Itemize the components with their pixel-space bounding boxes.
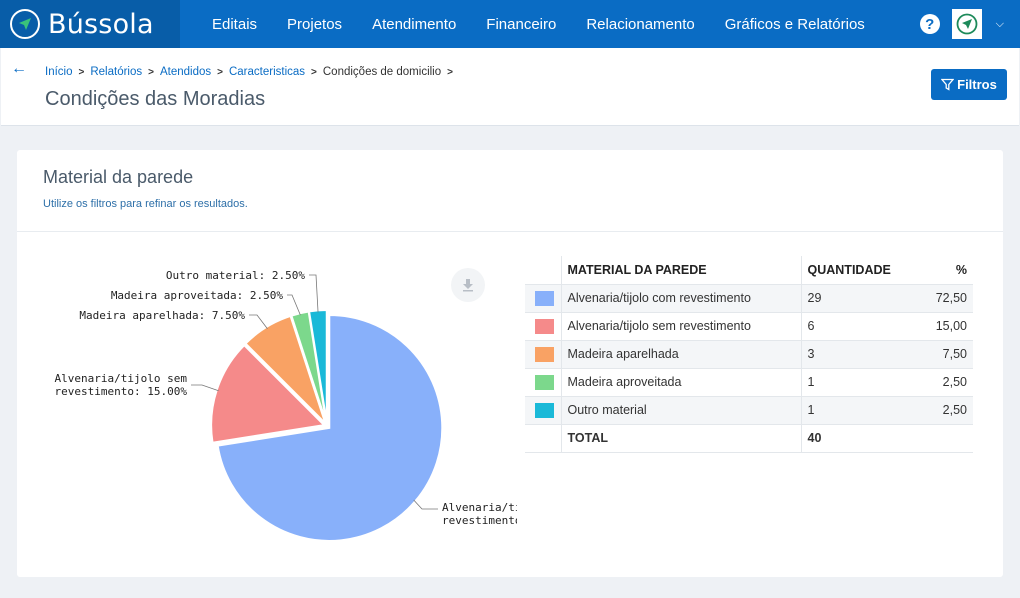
table-swatch-cell [525,396,562,425]
table-cell-quantidade: 1 [801,396,901,425]
table-swatch-cell [525,424,562,453]
pie-connector-madeira-aparelhada [249,314,268,330]
download-icon [463,279,473,292]
main-nav: Editais Projetos Atendimento Financeiro … [197,0,880,48]
nav-item-atendimento[interactable]: Atendimento [357,0,471,48]
help-icon[interactable]: ? [919,14,940,34]
table-body: Alvenaria/tijolo com revestimento 29 72,… [525,284,973,453]
breadcrumb-separator: > [148,66,154,78]
table-row: Alvenaria/tijolo sem revestimento 6 15,0… [525,312,973,341]
nav-item-projetos[interactable]: Projetos [272,0,357,48]
table-row: Outro material 1 2,50 [525,396,973,425]
table-cell-material: Madeira aproveitada [561,368,802,397]
table-row: Madeira aproveitada 1 2,50 [525,368,973,397]
table-total-percent [901,424,973,453]
table-total-label: TOTAL [561,424,802,453]
table-cell-material: Outro material [561,396,802,425]
table-cell-quantidade: 3 [801,340,901,369]
table-row: Madeira aparelhada 3 7,50 [525,340,973,369]
table-cell-material: Alvenaria/tijolo sem revestimento [561,312,802,341]
download-button[interactable] [451,268,485,302]
table-cell-percent: 72,50 [901,284,973,313]
pie-label-alvenaria-com-revestimento: revestimento: 72.50% [442,514,517,527]
breadcrumb-atendidos[interactable]: Atendidos [160,66,211,78]
table-cell-quantidade: 29 [801,284,901,313]
user-avatar[interactable] [951,9,982,39]
back-arrow-icon[interactable]: ← [11,60,27,78]
filter-button[interactable]: Filtros [931,69,1007,100]
color-swatch [535,374,554,390]
breadcrumb-separator: > [217,66,223,78]
color-swatch [535,346,554,362]
table-cell-percent: 7,50 [901,340,973,369]
table-cell-material: Alvenaria/tijolo com revestimento [561,284,802,313]
table-swatch-cell [525,340,562,369]
nav-item-graficos-relatorios[interactable]: Gráficos e Relatórios [710,0,880,48]
brand-name: Bússola [48,8,154,40]
breadcrumb-separator: > [447,66,453,78]
pie-chart: Alvenaria/tijolo comrevestimento: 72.50%… [55,269,517,542]
pie-label-madeira-aproveitada: Madeira aproveitada: 2.50% [111,289,284,302]
color-swatch [535,318,554,334]
table-swatch-cell [525,312,562,341]
table-cell-material: Madeira aparelhada [561,340,802,369]
breadcrumb-separator: > [311,66,317,78]
breadcrumb: Início > Relatórios > Atendidos > Caract… [45,66,459,78]
nav-item-relacionamento[interactable]: Relacionamento [571,0,709,48]
nav-right: ? ⌵ [919,0,1020,48]
table-header-quantidade: QUANTIDADE [801,256,901,285]
nav-item-financeiro[interactable]: Financeiro [471,0,571,48]
pie-connector-alvenaria-sem-revestimento [191,384,219,392]
pie-label-alvenaria-sem-revestimento: Alvenaria/tijolo sem [55,372,188,385]
brand[interactable]: Bússola [0,0,180,48]
color-swatch [535,402,554,418]
chevron-down-icon[interactable]: ⌵ [996,18,1004,31]
table-row: Alvenaria/tijolo com revestimento 29 72,… [525,284,973,313]
breadcrumb-inicio[interactable]: Início [45,66,73,78]
table-cell-percent: 15,00 [901,312,973,341]
breadcrumb-separator: > [78,66,85,78]
table-total-row: TOTAL 40 [525,424,973,453]
table-total-quantidade: 40 [801,424,901,453]
table-header-material: MATERIAL DA PAREDE [561,256,802,285]
table-swatch-cell [525,284,562,313]
pie-connector-alvenaria-com-revestimento [413,499,438,510]
breadcrumb-current: Condições de domicilio [322,66,442,78]
top-navbar: Bússola Editais Projetos Atendimento Fin… [0,0,1020,48]
card-subtitle: Utilize os filtros para refinar os resul… [43,198,248,210]
card-title: Material da parede [43,167,194,187]
data-table: MATERIAL DA PAREDE QUANTIDADE % Alvenari… [525,256,973,453]
pie-label-outro-material: Outro material: 2.50% [166,269,305,282]
table-cell-percent: 2,50 [901,396,973,425]
page-title: Condições das Moradias [45,88,266,110]
pie-connector-outro-material [309,274,319,313]
page-header: ← Início > Relatórios > Atendidos > Cara… [1,48,1019,126]
table-header-percent: % [901,256,973,285]
compass-logo-icon [10,9,40,39]
table-cell-quantidade: 6 [801,312,901,341]
report-card: Material da parede Utilize os filtros pa… [17,150,1003,577]
table-cell-percent: 2,50 [901,368,973,397]
pie-label-madeira-aparelhada: Madeira aparelhada: 7.50% [79,309,245,322]
pie-label-alvenaria-sem-revestimento: revestimento: 15.00% [55,385,188,398]
breadcrumb-relatorios[interactable]: Relatórios [90,66,142,78]
color-swatch [535,290,554,306]
compass-avatar-icon [956,13,978,35]
pie-label-alvenaria-com-revestimento: Alvenaria/tijolo com [442,501,517,514]
filter-button-label: Filtros [957,77,997,92]
nav-item-editais[interactable]: Editais [197,0,272,48]
filter-icon [941,78,955,91]
table-header-row: MATERIAL DA PAREDE QUANTIDADE % [525,256,973,285]
table-header-swatch [525,256,562,285]
breadcrumb-caracteristicas[interactable]: Caracteristicas [229,66,305,78]
table-cell-quantidade: 1 [801,368,901,397]
table-swatch-cell [525,368,562,397]
pie-connector-madeira-aproveitada [287,294,301,316]
